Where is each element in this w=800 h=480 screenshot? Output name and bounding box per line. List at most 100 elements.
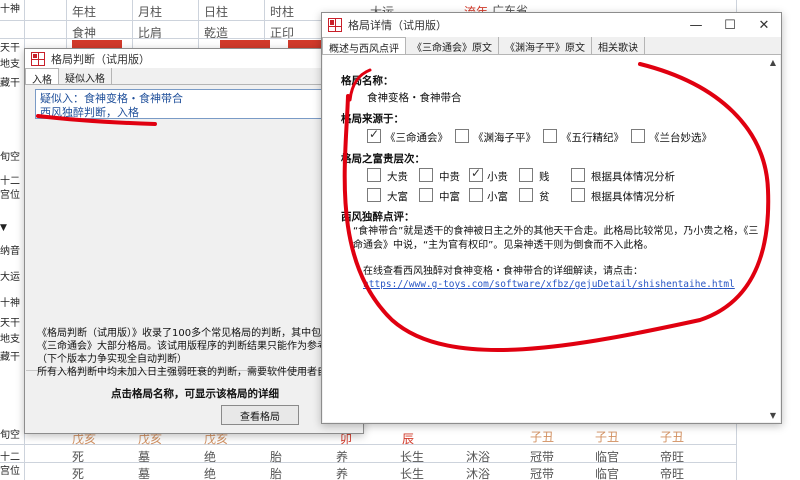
level-checkbox[interactable] — [367, 168, 381, 182]
view-geju-button[interactable]: 查看格局 — [221, 405, 299, 425]
desc-line: 所有入格判断中均未加入日主强弱旺衰的判断，需要软件使用者自行 — [37, 367, 337, 378]
xunkong-cell: 子丑 — [530, 430, 555, 444]
shier-cell: 临官 — [595, 450, 620, 464]
detail-content: ▲ ▼ 格局名称： 食神变格・食神带合 格局来源于： 《三命通会》 《渊海子平》… — [323, 55, 780, 422]
shier-cell: 长生 — [400, 467, 425, 480]
minimize-icon[interactable]: — — [679, 13, 713, 37]
side-label: 宫位 — [0, 466, 20, 477]
side-label: 藏干 — [0, 352, 20, 363]
level-label: 贱 — [539, 171, 550, 183]
tab-related-verses[interactable]: 相关歌诀 — [592, 37, 645, 54]
shishen-month: 比肩 — [138, 26, 163, 40]
header-day: 日柱 — [204, 5, 229, 19]
level-checkbox[interactable] — [419, 188, 433, 202]
judge-tabbar: 入格 疑似入格 — [25, 68, 363, 86]
tiangan-year-partial — [72, 40, 122, 48]
desc-line: 《格局判断（试用版）》收录了100多个常见格局的判断，其中包括 — [37, 328, 332, 339]
geju-source-label: 格局来源于： — [341, 113, 404, 125]
side-label: 十神 — [0, 4, 20, 15]
scroll-down-icon[interactable]: ▼ — [766, 408, 780, 422]
source-checkbox-lantai[interactable] — [631, 129, 645, 143]
level-checkbox[interactable] — [571, 188, 585, 202]
xunkong-cell: 子丑 — [595, 430, 620, 444]
side-label: 地支 — [0, 59, 20, 70]
level-checkbox[interactable] — [519, 168, 533, 182]
detail-link[interactable]: https://www.g-toys.com/software/xfbz/gej… — [363, 279, 735, 290]
geju-name-label: 格局名称： — [341, 75, 394, 87]
header-hour: 时柱 — [270, 5, 295, 19]
judge-result-line: 疑似入：食神变格・食神带合 — [40, 92, 183, 105]
tab-sanming-text[interactable]: 《三命通会》原文 — [406, 37, 499, 54]
source-label: 《渊海子平》 — [473, 132, 536, 144]
header-year: 年柱 — [72, 5, 97, 19]
side-label: 十二 — [0, 452, 20, 463]
shier-cell: 胎 — [270, 467, 283, 480]
xunkong-cell: 子丑 — [660, 430, 685, 444]
shier-cell: 胎 — [270, 450, 283, 464]
side-label: 旬空 — [0, 430, 20, 441]
side-label: 十二 — [0, 176, 20, 187]
level-checkbox[interactable] — [519, 188, 533, 202]
source-checkbox-sanming[interactable] — [367, 127, 381, 143]
judge-result-box[interactable]: 疑似入：食神变格・食神带合 西风独醉判断，入格 — [35, 89, 351, 119]
shier-cell: 沐浴 — [466, 450, 491, 464]
level-label: 贫 — [539, 191, 550, 203]
shier-cell: 死 — [72, 450, 85, 464]
side-label: 天干 — [0, 318, 20, 329]
side-label: 大运 — [0, 272, 20, 283]
level-label: 小富 — [487, 191, 508, 203]
level-label: 小贵 — [487, 171, 508, 183]
level-checkbox[interactable] — [419, 168, 433, 182]
judge-result-line: 西风独醉判断，入格 — [40, 106, 139, 119]
shier-cell: 冠带 — [530, 467, 555, 480]
side-label: 宫位 — [0, 190, 20, 201]
scroll-up-icon[interactable]: ▲ — [766, 55, 780, 69]
shier-cell: 墓 — [138, 450, 151, 464]
comment-text: “食神带合”就是透干的食神被日主之外的其他天干合走。此格局比较常见，乃小贵之格，… — [353, 225, 773, 253]
comment-line: “食神带合”就是透干的食神被日主之外的其他天干合走。此格局比较常见，乃小贵之格，… — [353, 226, 759, 237]
detail-window: 格局详情（试用版） — ☐ ✕ 概述与西风点评 《三命通会》原文 《渊海子平》原… — [321, 12, 782, 424]
tab-ruge[interactable]: 入格 — [25, 68, 59, 86]
source-label: 《五行精纪》 — [561, 132, 624, 144]
level-label: 根据具体情况分析 — [591, 191, 675, 203]
level-checkbox[interactable] — [469, 188, 483, 202]
side-label: 地支 — [0, 334, 20, 345]
close-icon[interactable]: ✕ — [747, 13, 781, 37]
side-label: 旬空 — [0, 152, 20, 163]
tab-yisi-ruge[interactable]: 疑似入格 — [59, 68, 112, 85]
tab-yuanhai-text[interactable]: 《渊海子平》原文 — [499, 37, 592, 54]
shishen-hour: 正印 — [270, 26, 295, 40]
detail-window-title: 格局详情（试用版） — [348, 19, 447, 32]
shier-cell: 临官 — [595, 467, 620, 480]
level-label: 中富 — [439, 191, 460, 203]
tab-overview[interactable]: 概述与西风点评 — [322, 37, 406, 55]
online-text: 在线查看西风独醉对食神变格・食神带合的详细解读，请点击： — [363, 266, 643, 277]
level-checkbox[interactable] — [367, 188, 381, 202]
shier-cell: 帝旺 — [660, 450, 685, 464]
app-icon — [31, 51, 45, 66]
shier-cell: 绝 — [204, 450, 217, 464]
shier-cell: 绝 — [204, 467, 217, 480]
judge-window-title: 格局判断（试用版） — [51, 52, 150, 66]
source-label: 《兰台妙选》 — [649, 132, 712, 144]
source-checkbox-yuanhai[interactable] — [455, 129, 469, 143]
dizhi-red-cell: 辰 — [402, 432, 415, 446]
side-label: 十神 — [0, 298, 20, 309]
detail-titlebar[interactable]: 格局详情（试用版） — ☐ ✕ — [322, 13, 781, 37]
shier-cell: 死 — [72, 467, 85, 480]
side-label: 藏干 — [0, 78, 20, 89]
geju-name-value: 食神变格・食神带合 — [367, 92, 462, 104]
source-label: 《三命通会》 — [385, 132, 448, 144]
level-label: 大贵 — [387, 171, 408, 183]
level-checkbox[interactable] — [571, 168, 585, 182]
source-checkbox-wuxing[interactable] — [543, 129, 557, 143]
comment-line: 命通会》中说，“主为官有权印”。见枭神透干则为倒食而不入此格。 — [353, 240, 654, 251]
app-icon — [328, 18, 342, 32]
maximize-icon[interactable]: ☐ — [713, 13, 747, 37]
level-label: 根据具体情况分析 — [591, 171, 675, 183]
judge-titlebar[interactable]: 格局判断（试用版） — [25, 49, 363, 68]
dropdown-arrow-icon[interactable]: ▼ — [0, 222, 24, 234]
level-checkbox-xiaogui[interactable] — [469, 166, 483, 182]
tiangan-day-partial — [220, 40, 270, 48]
level-label: 大富 — [387, 191, 408, 203]
